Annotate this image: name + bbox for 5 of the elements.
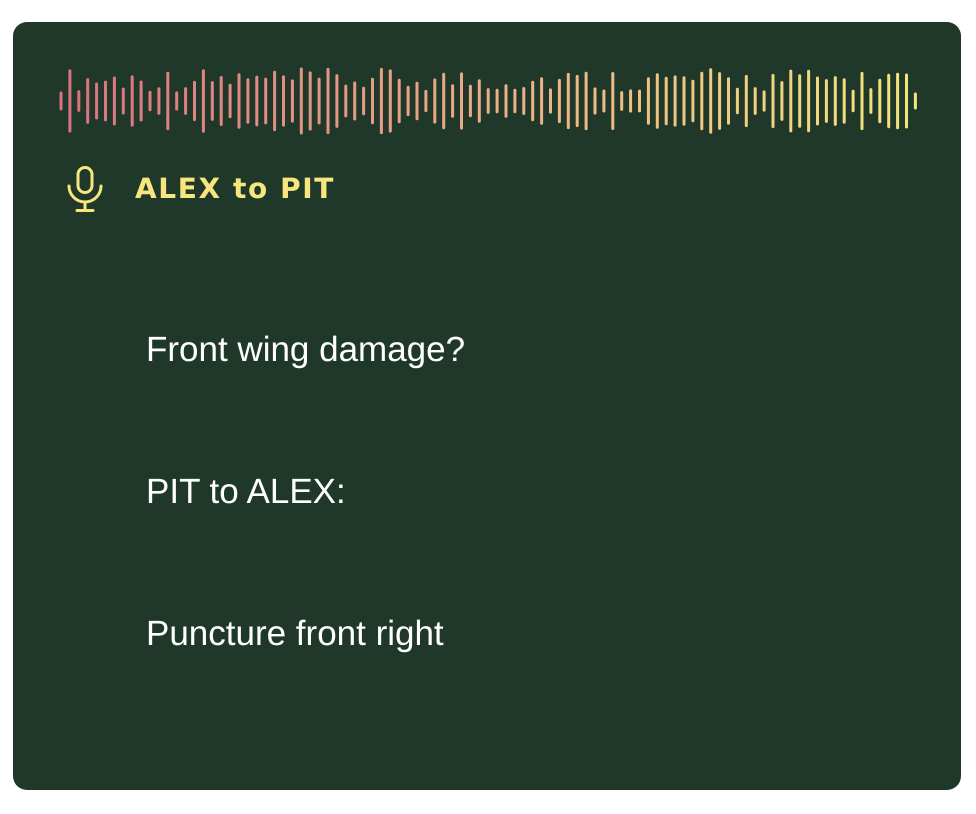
radio-call-title: ALEX to PIT [135,172,335,206]
transcript-line: Puncture front right [146,614,444,654]
microphone-icon [66,166,104,212]
transcript-line: PIT to ALEX: [146,472,346,512]
transcript-line: Front wing damage? [146,330,466,370]
